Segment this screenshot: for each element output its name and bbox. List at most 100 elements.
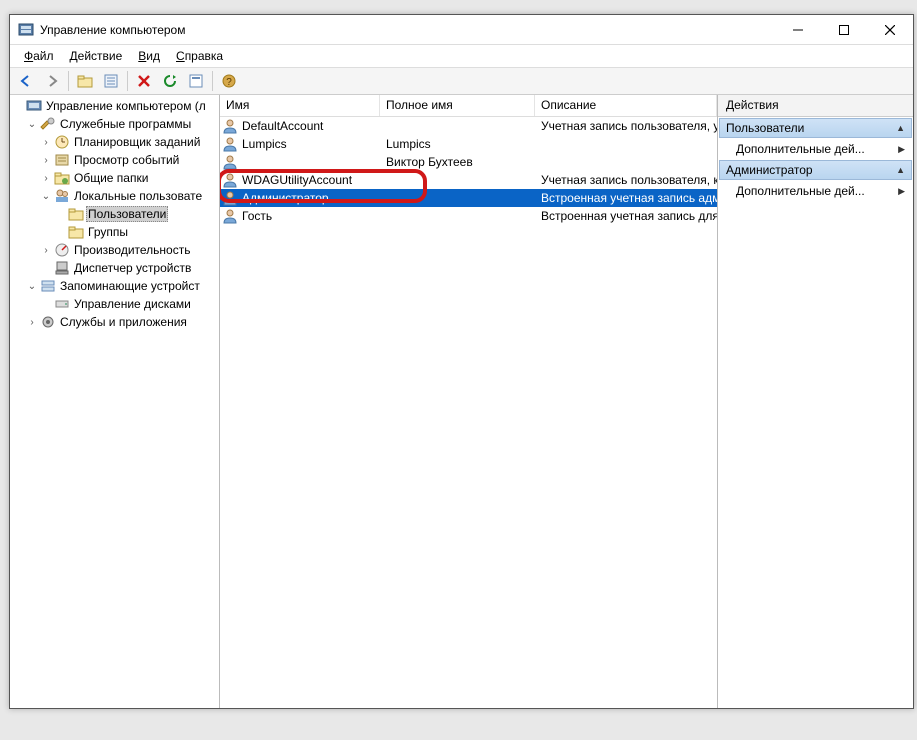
users-icon [54,188,70,204]
menu-action[interactable]: Действие [62,47,131,65]
actions-item-label: Дополнительные дей... [736,142,865,156]
collapse-icon[interactable]: ⌄ [40,190,52,202]
tree-system-tools[interactable]: ⌄ Служебные программы [26,115,219,133]
list-row[interactable]: Гость Встроенная учетная запись для [220,207,717,225]
toolbar: ? [10,67,913,95]
user-icon [222,190,238,206]
user-icon [222,154,238,170]
up-button[interactable] [73,70,97,92]
properties-button[interactable] [99,70,123,92]
tree-device-manager[interactable]: Диспетчер устройств [40,259,219,277]
expand-icon[interactable]: › [40,172,52,184]
minimize-button[interactable] [775,15,821,44]
list-row[interactable]: Виктор Бухтеев [220,153,717,171]
folder-icon [68,206,84,222]
user-icon [222,208,238,224]
tree-label: Диспетчер устройств [72,260,193,276]
menubar: Файл Действие Вид Справка [10,45,913,67]
list-panel: Имя Полное имя Описание DefaultAccount У… [220,95,718,708]
actions-item-label: Дополнительные дей... [736,184,865,198]
collapse-icon[interactable]: ⌄ [26,280,38,292]
nav-tree[interactable]: Управление компьютером (л ⌄ Служебные пр… [10,97,219,331]
menu-help[interactable]: Справка [168,47,231,65]
actions-group-admin[interactable]: Администратор ▲ [719,160,912,180]
delete-button[interactable] [132,70,156,92]
cell-description: Встроенная учетная запись для [541,209,717,223]
cell-description: Встроенная учетная запись адм [541,191,717,205]
tree-label: Локальные пользовате [72,188,204,204]
cell-name: Гость [242,209,272,223]
tree-label: Управление компьютером (л [44,98,208,114]
tree-label: Управление дисками [72,296,193,312]
forward-button[interactable] [40,70,64,92]
svg-text:?: ? [226,77,232,88]
tree-label: Группы [86,224,130,240]
computer-icon [26,98,42,114]
cell-description: Учетная запись пользователя, у [541,119,717,133]
chevron-right-icon: ▶ [898,144,905,155]
tree-disk-management[interactable]: Управление дисками [40,295,219,313]
refresh-button[interactable] [158,70,182,92]
maximize-button[interactable] [821,15,867,44]
expand-icon[interactable]: › [26,316,38,328]
storage-icon [40,278,56,294]
content-area: Управление компьютером (л ⌄ Служебные пр… [10,95,913,708]
tree-label: Просмотр событий [72,152,181,168]
cell-description: Учетная запись пользователя, к [541,173,717,187]
services-icon [40,314,56,330]
tree-services[interactable]: › Службы и приложения [26,313,219,331]
window-controls [775,15,913,44]
tree-local-users[interactable]: ⌄ Локальные пользовате [40,187,219,205]
expand-icon[interactable]: › [40,244,52,256]
actions-more[interactable]: Дополнительные дей... ▶ [718,139,913,159]
back-button[interactable] [14,70,38,92]
tree-groups[interactable]: Группы [54,223,219,241]
folder-icon [68,224,84,240]
performance-icon [54,242,70,258]
toolbar-separator [212,71,213,91]
tree-label: Производительность [72,242,192,258]
toolbar-separator [68,71,69,91]
menu-view[interactable]: Вид [130,47,168,65]
tree-root[interactable]: Управление компьютером (л [12,97,219,115]
tree-label: Пользователи [86,206,168,222]
actions-header: Действия [718,95,913,117]
chevron-right-icon: ▶ [898,186,905,197]
expand-icon[interactable]: › [40,136,52,148]
list-body[interactable]: DefaultAccount Учетная запись пользовате… [220,117,717,708]
titlebar: Управление компьютером [10,15,913,45]
user-icon [222,118,238,134]
tree-task-scheduler[interactable]: › Планировщик заданий [40,133,219,151]
actions-more[interactable]: Дополнительные дей... ▶ [718,181,913,201]
collapse-icon[interactable]: ⌄ [26,118,38,130]
column-description[interactable]: Описание [535,95,717,116]
close-button[interactable] [867,15,913,44]
tree-storage[interactable]: ⌄ Запоминающие устройст [26,277,219,295]
list-row[interactable]: WDAGUtilityAccount Учетная запись пользо… [220,171,717,189]
list-header: Имя Полное имя Описание [220,95,717,117]
toolbar-separator [127,71,128,91]
tree-performance[interactable]: › Производительность [40,241,219,259]
actions-group-users[interactable]: Пользователи ▲ [719,118,912,138]
help-button[interactable]: ? [217,70,241,92]
list-row[interactable]: Lumpics Lumpics [220,135,717,153]
tree-users[interactable]: Пользователи [54,205,219,223]
tree-label: Службы и приложения [58,314,189,330]
window-title: Управление компьютером [40,23,775,37]
tree-label: Запоминающие устройст [58,278,202,294]
tree-event-viewer[interactable]: › Просмотр событий [40,151,219,169]
disk-icon [54,296,70,312]
column-name[interactable]: Имя [220,95,380,116]
app-icon [18,22,34,38]
expand-icon[interactable]: › [40,154,52,166]
cell-name: Администратор [242,191,329,205]
app-window: Управление компьютером Файл Действие Вид… [9,14,914,709]
list-row-selected[interactable]: Администратор Встроенная учетная запись … [220,189,717,207]
export-button[interactable] [184,70,208,92]
column-fullname[interactable]: Полное имя [380,95,535,116]
tree-shared-folders[interactable]: › Общие папки [40,169,219,187]
menu-file[interactable]: Файл [16,47,62,65]
list-row[interactable]: DefaultAccount Учетная запись пользовате… [220,117,717,135]
cell-name: WDAGUtilityAccount [242,173,352,187]
user-icon [222,172,238,188]
